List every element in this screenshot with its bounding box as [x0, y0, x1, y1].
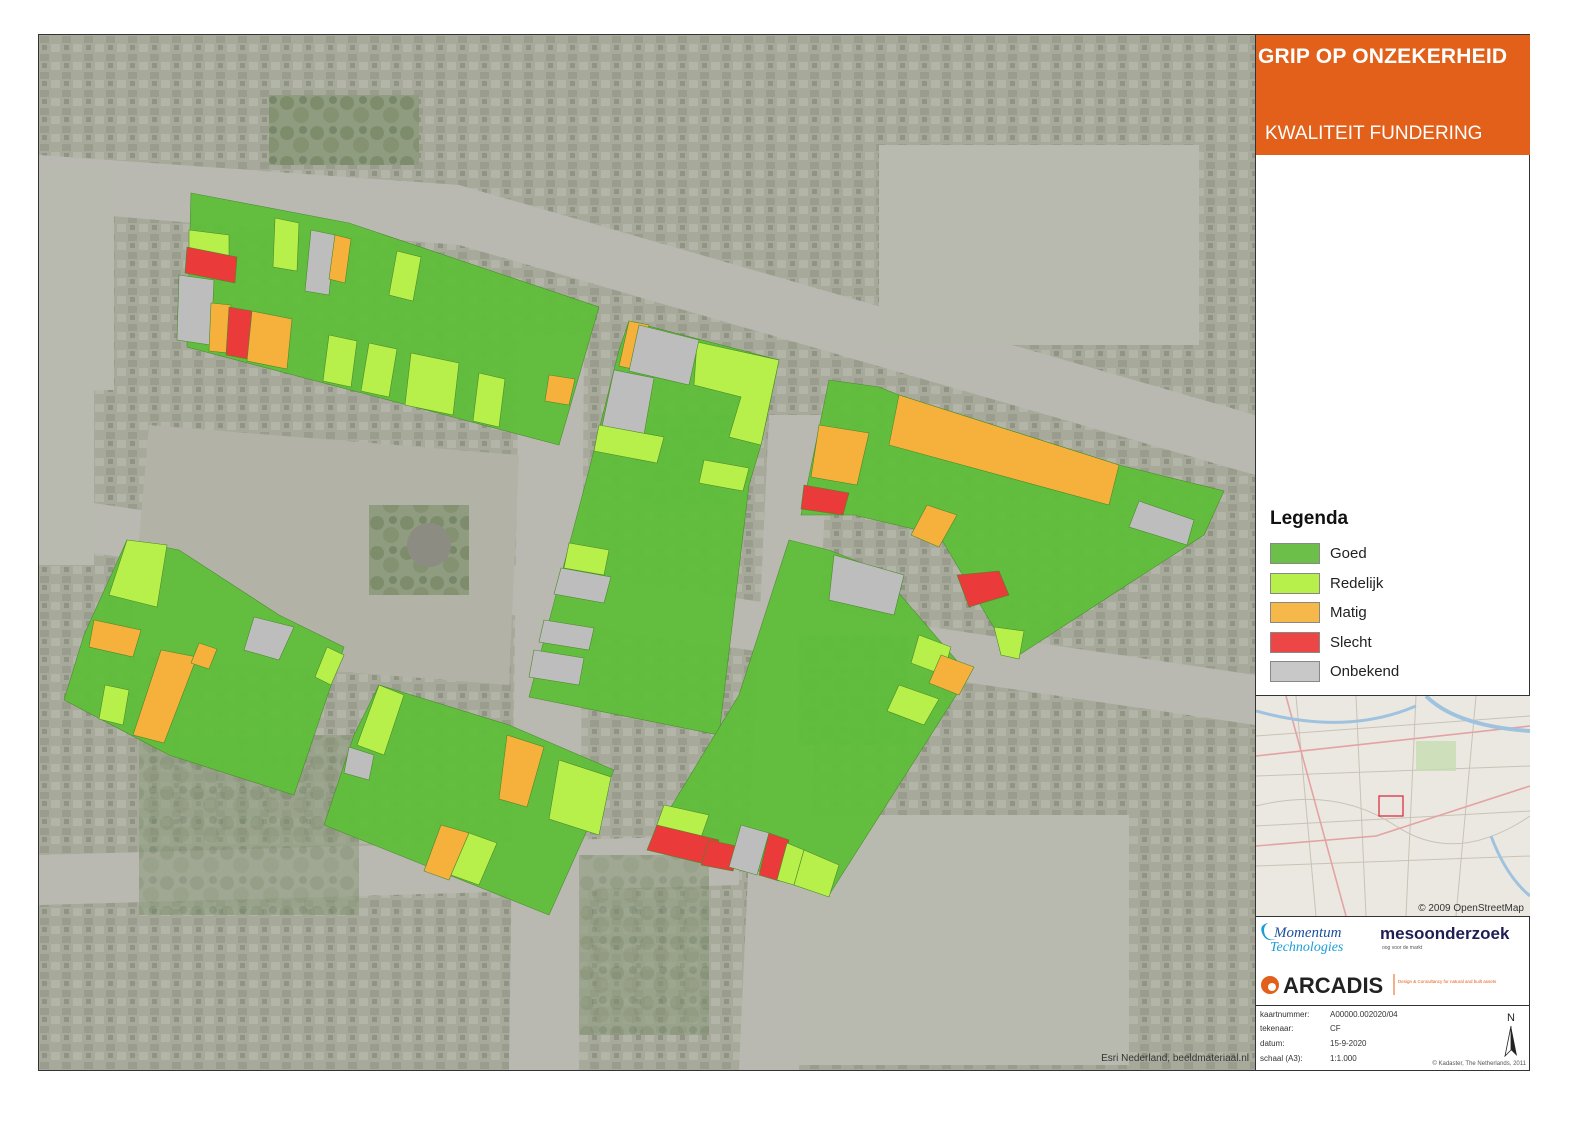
side-panel: GRIP OP ONZEKERHEID KWALITEIT FUNDERING …: [1255, 35, 1530, 1070]
meta-row: kaartnummer: A00000.002020/04: [1260, 1010, 1500, 1022]
momentum-line2: Technologies: [1270, 940, 1344, 955]
legend-label: Goed: [1330, 545, 1367, 562]
arcadis-text: ARCADIS: [1283, 973, 1383, 998]
map-layout: Esri Nederland, beeldmateriaal.nl GRIP O…: [38, 34, 1530, 1071]
legend-swatch: [1270, 632, 1320, 653]
meso-text: mesoonderzoek: [1380, 924, 1510, 943]
legend-label: Onbekend: [1330, 663, 1400, 680]
page-title: GRIP OP ONZEKERHEID: [1258, 45, 1508, 68]
north-arrow-icon: N: [1500, 1010, 1522, 1062]
momentum-line1: Momentum: [1273, 925, 1342, 941]
map-canvas: [39, 35, 1255, 1070]
momentum-logo: Momentum Technologies: [1261, 923, 1344, 955]
north-label: N: [1507, 1012, 1515, 1024]
legend-item-redelijk: Redelijk: [1270, 573, 1520, 595]
page-subtitle: KWALITEIT FUNDERING: [1265, 123, 1483, 144]
meso-tag: oog voor de markt: [1382, 945, 1423, 951]
legend-item-matig: Matig: [1270, 602, 1520, 624]
map-metadata: kaartnummer: A00000.002020/04 tekenaar: …: [1256, 1006, 1530, 1070]
meta-value: 1:1.000: [1330, 1054, 1357, 1063]
meso-logo: mesoonderzoek oog voor de markt: [1380, 924, 1510, 951]
logo-area: Momentum Technologies mesoonderzoek oog …: [1256, 917, 1530, 1005]
meta-row: tekenaar: CF: [1260, 1024, 1500, 1036]
legend-swatch: [1270, 543, 1320, 564]
legend-swatch: [1270, 602, 1320, 623]
legend-label: Redelijk: [1330, 575, 1384, 592]
meta-key: schaal (A3):: [1260, 1054, 1303, 1063]
meta-key: tekenaar:: [1260, 1024, 1294, 1033]
meta-key: datum:: [1260, 1039, 1285, 1048]
overview-canvas: [1256, 696, 1530, 916]
legend-title: Legenda: [1270, 508, 1349, 529]
legend-item-onbekend: Onbekend: [1270, 661, 1520, 683]
legend-swatch: [1270, 573, 1320, 594]
overview-map[interactable]: © 2009 OpenStreetMap: [1256, 696, 1530, 916]
logos-canvas: Momentum Technologies mesoonderzoek oog …: [1261, 923, 1510, 998]
legend-label: Matig: [1330, 604, 1367, 621]
title-box: GRIP OP ONZEKERHEID KWALITEIT FUNDERING: [1256, 35, 1530, 155]
meta-row: datum: 15-9-2020: [1260, 1039, 1500, 1051]
meta-value: CF: [1330, 1024, 1341, 1033]
legend-swatch: [1270, 661, 1320, 682]
aerial-map[interactable]: Esri Nederland, beeldmateriaal.nl: [39, 35, 1255, 1070]
legend-item-slecht: Slecht: [1270, 632, 1520, 654]
arcadis-logo: ARCADIS Design & Consultancy for natural…: [1261, 973, 1497, 998]
kiosk: [407, 523, 451, 567]
overview-credit: © 2009 OpenStreetMap: [1418, 903, 1524, 914]
legend-label: Slecht: [1330, 634, 1372, 651]
meta-key: kaartnummer:: [1260, 1010, 1310, 1019]
legend-item-goed: Goed: [1270, 543, 1520, 565]
copyright: © Kadaster, The Netherlands, 2011: [1432, 1061, 1526, 1067]
meta-value: 15-9-2020: [1330, 1039, 1367, 1048]
meta-value: A00000.002020/04: [1330, 1010, 1398, 1019]
map-credit: Esri Nederland, beeldmateriaal.nl: [1101, 1053, 1249, 1064]
arcadis-tag: Design & Consultancy for natural and bui…: [1398, 979, 1497, 984]
